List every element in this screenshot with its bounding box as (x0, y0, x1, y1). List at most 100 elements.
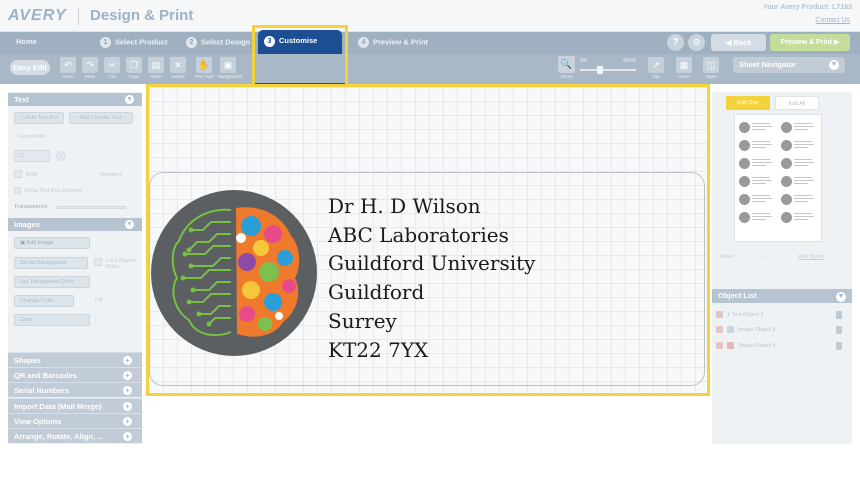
object-list-header[interactable]: Object List ▼ (712, 289, 852, 303)
address-line[interactable]: KT22 7YX (328, 336, 535, 365)
lock-aspect-checkbox[interactable] (94, 258, 102, 266)
paste-button[interactable]: ▤ Paste (146, 57, 166, 79)
accordion-qr-barcodes[interactable]: QR and Barcodes + (8, 367, 142, 382)
clip-button[interactable]: ↗ Clip (646, 57, 666, 79)
open-button[interactable]: ◫ Open (701, 57, 721, 79)
add-circular-text-label: Add Circular Text (79, 115, 122, 121)
set-background-button[interactable]: Set as Background (14, 257, 88, 269)
address-line[interactable]: ABC Laboratories (328, 221, 535, 250)
sheet-navigator-header[interactable]: Sheet Navigator ▼ (733, 57, 845, 73)
shape-icon (727, 342, 734, 350)
fill-label: Fill (95, 297, 103, 303)
customise-tab-highlight (252, 25, 348, 87)
set-background-label: Set as Background (20, 260, 67, 266)
help-icon[interactable]: ? (667, 34, 684, 51)
object-label: Shape Object 1 (738, 343, 776, 349)
zoom-slider-thumb[interactable] (597, 66, 603, 74)
change-color-button[interactable]: Change Color (14, 295, 74, 307)
trash-icon[interactable] (836, 326, 842, 334)
add-circular-text-button[interactable]: ◌ Add Circular Text (69, 112, 133, 124)
sheet-thumbnail[interactable] (734, 114, 822, 242)
address-line[interactable]: Guildford University (328, 249, 535, 278)
undo-icon: ↶ (60, 57, 76, 73)
step-select-product[interactable]: 1 Select Product (100, 37, 168, 48)
step-label: Preview & Print (373, 37, 429, 47)
easy-edit-button[interactable]: Easy Edit (10, 60, 50, 75)
save-label: Save (678, 74, 690, 79)
address-line[interactable]: Guildford (328, 278, 535, 307)
lock-icon[interactable] (716, 326, 723, 334)
add-sheet-link[interactable]: Add Sheet (798, 254, 824, 260)
add-text-box-label: Add Text Box (26, 115, 59, 121)
add-image-button[interactable]: ▣ Add Image (14, 237, 90, 249)
crop-button[interactable]: Crop (14, 314, 90, 326)
tab-edit-all[interactable]: Edit All (775, 96, 819, 110)
object-label: Text Object 1 (731, 312, 764, 318)
chevron-down-icon[interactable]: ▼ (829, 60, 839, 70)
delete-button[interactable]: ✕ Delete (168, 57, 188, 79)
add-image-label: Add Image (26, 240, 54, 246)
object-row-shape[interactable]: Shape Object 1 (716, 339, 846, 353)
transparency-label: Transparency (14, 204, 48, 210)
zoom-slider[interactable] (580, 69, 636, 71)
plus-icon: + (123, 432, 132, 441)
sheet-label: Sheet (719, 254, 734, 260)
accordion-import-data[interactable]: Import Data (Mail Merge) + (8, 398, 142, 413)
cut-button[interactable]: ✂ Cut (102, 57, 122, 79)
object-row-text[interactable]: 1 Text Object 1 (716, 308, 846, 322)
clip-label: Clip (652, 74, 660, 79)
save-icon: ▦ (676, 57, 692, 73)
font-color-swatch[interactable] (56, 151, 66, 161)
clip-icon: ↗ (648, 57, 664, 73)
plus-icon: + (123, 371, 132, 380)
brain-image[interactable] (151, 186, 317, 360)
images-section-header[interactable]: Images ▼ (8, 218, 142, 231)
contact-us-link[interactable]: Contact Us (815, 17, 850, 24)
plus-icon: + (123, 402, 132, 411)
undo-button[interactable]: ↶ Undo (58, 57, 78, 79)
background-icon: ▣ (220, 57, 236, 73)
accordion-serial-numbers[interactable]: Serial Numbers + (8, 382, 142, 397)
preview-print-button[interactable]: Preview & Print ▶ (770, 34, 850, 51)
accordion-view-options[interactable]: View Options + (8, 413, 142, 428)
lock-icon[interactable] (716, 311, 723, 319)
tab-edit-one[interactable]: Edit One (726, 96, 770, 110)
redo-icon: ↷ (82, 57, 98, 73)
undo-label: Undo (62, 74, 74, 79)
back-button[interactable]: ◀ Back (711, 34, 766, 51)
save-button[interactable]: ▦ Save (674, 57, 694, 79)
copy-button[interactable]: ❐ Copy (124, 57, 144, 79)
show-outlines-checkbox[interactable] (14, 187, 21, 194)
address-line[interactable]: Dr H. D Wilson (328, 192, 535, 221)
zoom-icon[interactable]: 🔍 (558, 56, 575, 73)
change-color-label: Change Color (20, 298, 54, 304)
chevron-down-icon[interactable]: ▼ (836, 292, 846, 302)
step-preview-print[interactable]: 4 Preview & Print (358, 37, 428, 48)
trash-icon[interactable] (836, 311, 842, 319)
avery-logo[interactable]: AVERY (8, 7, 67, 25)
background-button[interactable]: ▣ Background (218, 57, 242, 79)
pan-tool-button[interactable]: ✋ Pan Tool (194, 57, 214, 79)
accordion-shapes[interactable]: Shapes + (8, 352, 142, 367)
accordion-label: View Options (14, 417, 62, 426)
trash-icon[interactable] (836, 342, 842, 350)
address-line[interactable]: Surrey (328, 307, 535, 336)
redo-button[interactable]: ↷ Redo (80, 57, 100, 79)
lock-icon[interactable] (716, 342, 723, 350)
settings-icon[interactable]: ⚙ (688, 34, 705, 51)
transparency-slider[interactable] (56, 206, 126, 209)
bold-checkbox[interactable] (14, 170, 22, 178)
add-text-box-button[interactable]: ▢ Add Text Box (14, 112, 64, 124)
step-number: 1 (100, 37, 111, 48)
step-number: 2 (186, 37, 197, 48)
text-section-header[interactable]: Text ▼ (8, 93, 142, 106)
address-text-box[interactable]: Dr H. D Wilson ABC Laboratories Guildfor… (328, 192, 535, 364)
set-transparent-button[interactable]: Set Transparent Color (14, 276, 90, 288)
chevron-down-icon[interactable]: ▼ (125, 220, 134, 229)
plus-icon: + (123, 417, 132, 426)
chevron-down-icon[interactable]: ▼ (125, 95, 134, 104)
step-select-design[interactable]: 2 Select Design (186, 37, 250, 48)
step-home[interactable]: Home (16, 37, 37, 46)
accordion-arrange[interactable]: Arrange, Rotate, Align, ... + (8, 428, 142, 443)
object-row-image[interactable]: Image Object 2 (716, 323, 846, 337)
